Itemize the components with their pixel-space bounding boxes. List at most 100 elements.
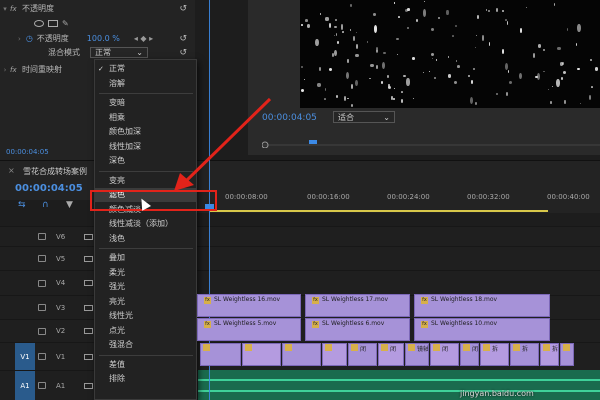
video-clip[interactable]: fx SL Weightless 5.mov [197,318,301,341]
track-name[interactable]: V3 [56,304,70,312]
track-v5[interactable]: V5 [0,246,600,270]
effect-timecode[interactable]: 00:00:04:05 [6,148,49,156]
track-name[interactable]: V1 [56,353,70,361]
sequence-tab[interactable]: 雪花合成转场案例 [23,166,87,177]
snow-particle [336,41,340,44]
blend-menu-item[interactable]: 强混合 [95,338,196,352]
v1-clip[interactable]: 镜轴段 [405,343,429,366]
rect-mask-icon[interactable] [48,20,58,27]
fx-icon[interactable]: fx [10,5,22,13]
snow-particle [457,64,460,68]
v1-clip[interactable]: 拆 [480,343,509,366]
program-scrub-bar[interactable] [262,140,600,148]
fit-select[interactable]: 适合 ⌄ [333,111,395,123]
blend-menu-item[interactable]: 浅色 [95,232,196,246]
v1-clip[interactable]: 闭 [430,343,459,366]
lock-icon[interactable] [38,279,46,287]
blend-menu-item[interactable]: 溶解 [95,77,196,91]
v1-clip[interactable]: 闭 [378,343,404,366]
video-clip[interactable]: fx SL Weightless 16.mov [197,294,301,317]
snow-particle [595,67,599,71]
snow-particle [387,74,389,78]
keyframe-nav[interactable]: ◂ ◆ ▸ [134,34,153,43]
blend-menu-item[interactable]: 线性光 [95,309,196,323]
reset-icon[interactable]: ↺ [179,34,187,44]
lock-icon[interactable] [38,304,46,311]
track-name[interactable]: V5 [56,255,70,263]
track-name[interactable]: V2 [56,327,70,335]
blend-menu-item[interactable]: 柔光 [95,266,196,280]
blend-menu-item[interactable]: 点光 [95,324,196,338]
stopwatch-icon[interactable]: ◷ [26,34,33,43]
snow-particle [505,91,508,97]
blend-menu-item[interactable]: 亮光 [95,295,196,309]
snap-icon[interactable]: ⇆ [18,200,26,210]
snow-particle [575,42,577,46]
mute-icon[interactable] [84,382,93,389]
toggle-output-icon[interactable] [84,353,93,360]
program-playhead[interactable] [309,140,317,144]
video-clip[interactable]: fx SL Weightless 10.mov [414,318,550,341]
lock-icon[interactable] [38,255,46,262]
snow-particle [325,17,329,21]
v1-clip[interactable]: 闭 [460,343,479,366]
linked-selection-icon[interactable]: ∩ [42,200,49,210]
v1-clip[interactable] [560,343,574,366]
reset-icon[interactable]: ↺ [179,4,187,14]
blend-menu-item[interactable]: 叠加 [95,251,196,265]
lock-icon[interactable] [38,382,46,389]
v1-clip[interactable]: 拆 [510,343,539,366]
collapse-arrow-icon[interactable]: ▾ [0,5,10,13]
marker-icon[interactable]: ▼ [66,200,73,210]
video-clip[interactable]: fx SL Weightless 17.mov [305,294,410,317]
expand-arrow-icon[interactable]: › [0,66,10,74]
opacity-value[interactable]: 100.0 % [87,34,120,43]
work-area-bar[interactable] [210,210,548,212]
lock-icon[interactable] [38,233,46,240]
blend-menu-item[interactable]: 差值 [95,358,196,372]
blend-menu-item[interactable]: 正常 [95,62,196,76]
v1-clip[interactable] [322,343,347,366]
v1-clip[interactable] [200,343,241,366]
track-v6[interactable]: V6 [0,226,600,246]
track-name[interactable]: V4 [56,279,70,287]
lock-icon[interactable] [38,353,46,360]
video-clip[interactable]: fx SL Weightless 6.mov [305,318,410,341]
fx-badge-icon: fx [312,321,319,328]
blend-menu-item[interactable]: 线性减淡（添加） [95,217,196,231]
expand-arrow-icon[interactable]: › [18,35,21,43]
fx-icon[interactable]: fx [10,66,22,74]
toggle-output-icon[interactable] [84,304,93,311]
video-clip[interactable]: fx SL Weightless 18.mov [414,294,550,317]
toggle-output-icon[interactable] [84,280,93,286]
source-patch-a1[interactable]: A1 [15,371,35,400]
fx-badge-icon [513,344,520,351]
snow-particle [392,97,395,100]
audio-clip-waveform[interactable] [198,370,600,400]
timeline-timecode[interactable]: 00:00:04:05 [15,183,83,194]
close-icon[interactable]: × [8,166,15,175]
snow-particle [300,89,305,93]
v1-clip[interactable]: 闭 [348,343,377,366]
track-name[interactable]: V6 [56,233,70,241]
blend-menu-item[interactable]: 排除 [95,372,196,386]
blend-menu-item[interactable]: 强光 [95,280,196,294]
toggle-output-icon[interactable] [84,255,93,262]
pen-mask-icon[interactable]: ✎ [62,19,69,28]
toggle-output-icon[interactable] [84,328,93,334]
v1-clip[interactable]: 拆 [540,343,559,366]
v1-clip[interactable] [282,343,321,366]
reset-icon[interactable]: ↺ [179,48,187,58]
toggle-output-icon[interactable] [84,233,93,240]
snow-particle [422,72,425,74]
menu-separator [99,93,193,94]
v1-clip[interactable] [242,343,281,366]
ellipse-mask-icon[interactable] [34,20,44,27]
track-v4[interactable]: V4 [0,270,600,295]
source-patch-v1[interactable]: V1 [15,343,35,370]
blend-mode-select[interactable]: 正常 ⌄ [90,47,148,58]
snow-particle [305,19,309,22]
lock-icon[interactable] [38,327,46,335]
track-name[interactable]: A1 [56,382,70,390]
snow-particle [519,28,522,33]
